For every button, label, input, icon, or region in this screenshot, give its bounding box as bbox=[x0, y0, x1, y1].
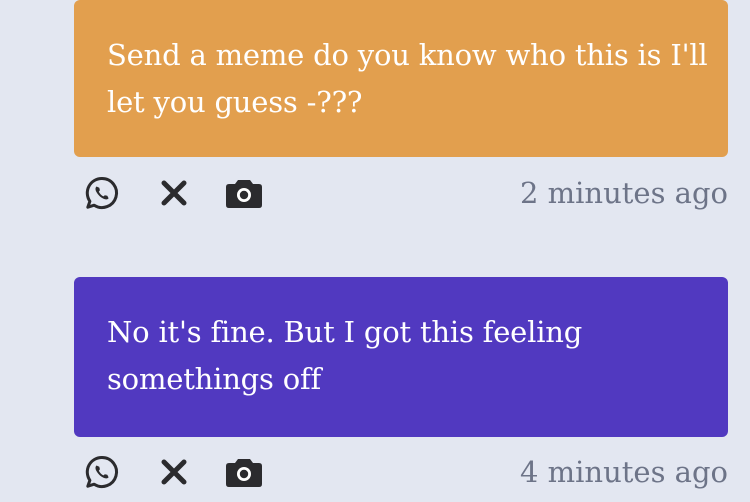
whatsapp-share-button[interactable] bbox=[82, 173, 122, 213]
dismiss-button[interactable] bbox=[154, 452, 194, 492]
camera-button[interactable] bbox=[224, 173, 264, 213]
whatsapp-icon bbox=[85, 176, 119, 209]
message-actions: 4 minutes ago bbox=[74, 452, 728, 502]
camera-icon bbox=[226, 459, 262, 487]
close-icon bbox=[161, 459, 187, 485]
message-timestamp: 2 minutes ago bbox=[519, 176, 728, 210]
message-actions: 2 minutes ago bbox=[74, 173, 728, 223]
camera-icon bbox=[226, 180, 262, 208]
dismiss-button[interactable] bbox=[154, 173, 194, 213]
close-icon bbox=[161, 180, 187, 206]
whatsapp-icon bbox=[85, 455, 119, 488]
whatsapp-share-button[interactable] bbox=[82, 452, 122, 492]
message-timestamp: 4 minutes ago bbox=[519, 455, 728, 489]
message-bubble: Send a meme do you know who this is I'll… bbox=[74, 0, 728, 157]
message-text: No it's fine. But I got this feeling som… bbox=[107, 315, 583, 396]
message-text: Send a meme do you know who this is I'll… bbox=[107, 38, 708, 119]
message-bubble: No it's fine. But I got this feeling som… bbox=[74, 277, 728, 437]
camera-button[interactable] bbox=[224, 452, 264, 492]
